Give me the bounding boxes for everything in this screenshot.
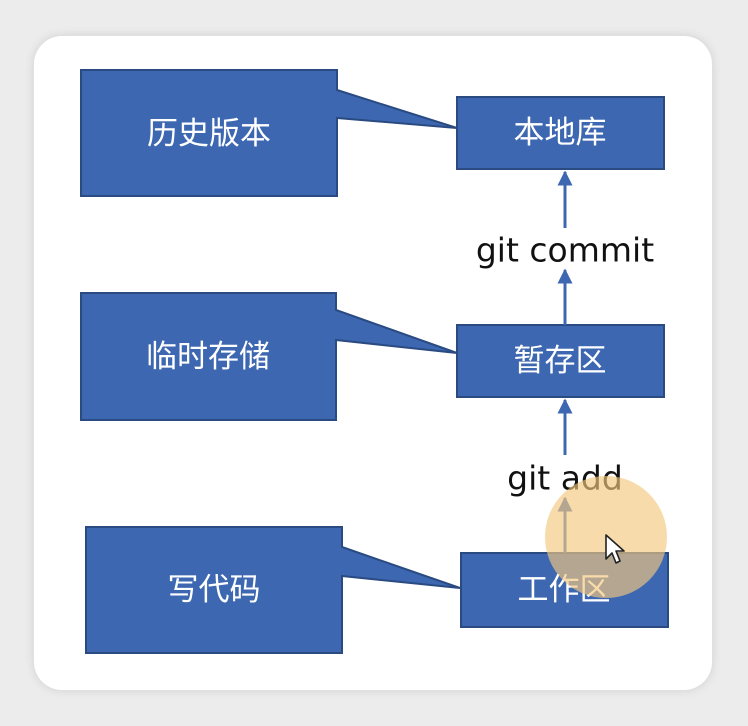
git-commit-label: git commit [476,231,654,270]
callout-temp-storage: 临时存储 [80,292,458,421]
callout-temp-storage-label: 临时存储 [146,339,270,375]
callout-history: 历史版本 [80,69,458,197]
stage-staging: 暂存区 [456,324,665,398]
git-workflow-diagram: 历史版本 本地库 临时存储 暂存区 写代码 工作区 git commit git… [80,69,669,654]
stage-local-repo: 本地库 [456,96,665,170]
stage-staging-label: 暂存区 [514,343,607,379]
callout-write-code-label: 写代码 [168,572,261,608]
callout-write-code: 写代码 [85,526,461,654]
stage-local-repo-label: 本地库 [514,115,607,151]
callout-history-label: 历史版本 [147,116,271,152]
